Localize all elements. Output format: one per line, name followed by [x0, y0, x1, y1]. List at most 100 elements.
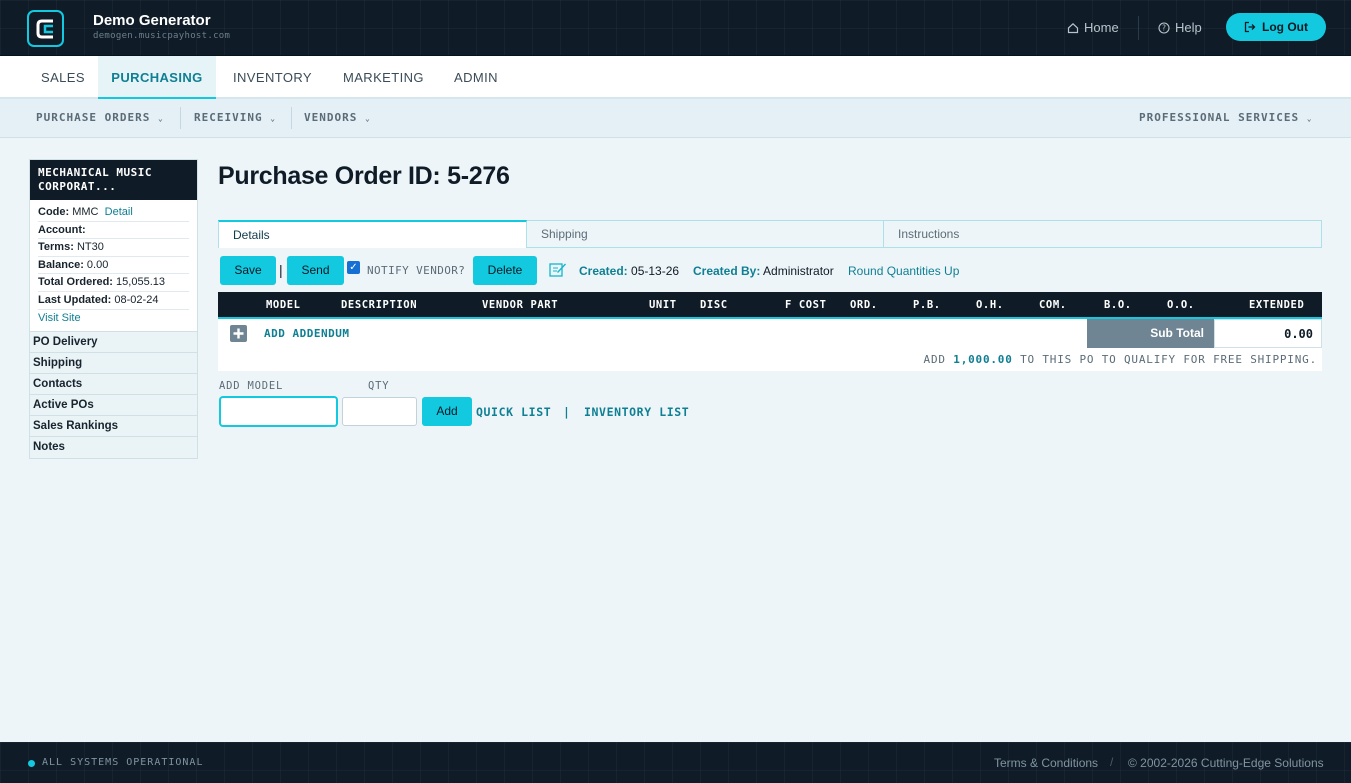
tab-admin[interactable]: ADMIN	[454, 56, 498, 99]
notify-vendor-label: NOTIFY VENDOR?	[367, 264, 466, 277]
side-link-shipping[interactable]: Shipping	[30, 353, 197, 375]
created-by-info: Created By: Administrator	[693, 264, 834, 278]
vendor-visit-site-row: Visit Site	[38, 310, 189, 328]
status-indicator-icon	[28, 760, 35, 767]
po-tabs: Details Shipping Instructions	[218, 220, 1322, 248]
footer: ALL SYSTEMS OPERATIONAL Terms & Conditio…	[0, 742, 1351, 783]
col-disc: DISC	[700, 299, 728, 311]
free-shipping-suffix: TO THIS PO TO QUALIFY FOR FREE SHIPPING.	[1020, 353, 1317, 366]
notify-vendor-checkbox[interactable]: ✓	[347, 261, 360, 274]
po-lines-header: MODEL DESCRIPTION VENDOR PART UNIT DISC …	[218, 292, 1322, 319]
side-link-sales-rankings[interactable]: Sales Rankings	[30, 416, 197, 438]
subnav-purchase-orders[interactable]: PURCHASE ORDERS ⌄	[36, 111, 164, 124]
tab-marketing[interactable]: MARKETING	[343, 56, 424, 99]
subtotal-value: 0.00	[1214, 319, 1322, 348]
delete-button[interactable]: Delete	[473, 256, 537, 285]
side-link-active-pos[interactable]: Active POs	[30, 395, 197, 417]
tab-purchasing[interactable]: PURCHASING	[98, 56, 216, 99]
subnav-vendors[interactable]: VENDORS ⌄	[304, 111, 371, 124]
vendor-terms: NT30	[76, 241, 104, 254]
plus-icon[interactable]	[230, 325, 247, 342]
copyright: © 2002-2026 Cutting-Edge Solutions	[1128, 756, 1324, 770]
subnav-professional-services[interactable]: PROFESSIONAL SERVICES ⌄	[1139, 111, 1313, 124]
terms-link[interactable]: Terms & Conditions	[994, 756, 1098, 770]
vendor-name: MECHANICAL MUSIC CORPORAT...	[30, 160, 197, 200]
subnav-divider	[180, 107, 181, 129]
po-lines-body: ADD ADDENDUM Sub Total 0.00 ADD 1,000.00…	[218, 319, 1322, 371]
header-divider	[1138, 16, 1139, 40]
add-model-input[interactable]	[220, 397, 337, 426]
vendor-code: MMC	[72, 206, 99, 218]
logout-button[interactable]: Log Out	[1226, 13, 1326, 41]
subnav-receiving[interactable]: RECEIVING ⌄	[194, 111, 276, 124]
vendor-last-updated: 08-02-24	[114, 293, 159, 306]
qty-input[interactable]	[342, 397, 417, 426]
action-separator: |	[279, 262, 283, 278]
vendor-balance: 0.00	[86, 258, 109, 271]
created-by-label: Created By:	[693, 264, 761, 278]
add-button[interactable]: Add	[422, 397, 472, 426]
save-button[interactable]: Save	[220, 256, 276, 285]
home-label: Home	[1084, 20, 1119, 35]
tab-sales[interactable]: SALES	[41, 56, 85, 99]
chevron-down-icon: ⌄	[270, 114, 277, 123]
app-logo-icon[interactable]	[27, 10, 64, 47]
vendor-balance-label: Balance:	[38, 258, 84, 271]
col-oo: O.O.	[1167, 299, 1195, 311]
vendor-total-ordered-row: Total Ordered: 15,055.13	[38, 274, 189, 292]
tab-instructions[interactable]: Instructions	[884, 220, 1322, 248]
app-title: Demo Generator	[93, 12, 211, 29]
subnav-purchase-orders-label: PURCHASE ORDERS	[36, 111, 151, 124]
free-shipping-notice: ADD 1,000.00 TO THIS PO TO QUALIFY FOR F…	[924, 353, 1317, 366]
col-com: COM.	[1039, 299, 1067, 311]
subnav-vendors-label: VENDORS	[304, 111, 358, 124]
quick-list-link[interactable]: QUICK LIST	[476, 405, 551, 419]
help-link[interactable]: ? Help	[1158, 20, 1202, 35]
vendor-terms-label: Terms:	[38, 241, 74, 254]
inventory-list-link[interactable]: INVENTORY LIST	[584, 405, 689, 419]
vendor-name-line2: CORPORAT...	[38, 180, 117, 193]
vendor-terms-row: Terms: NT30	[38, 239, 189, 257]
col-extended: EXTENDED	[1249, 299, 1305, 311]
tab-shipping[interactable]: Shipping	[527, 220, 884, 248]
col-oh: O.H.	[976, 299, 1004, 311]
col-f-cost: F COST	[785, 299, 827, 311]
home-icon	[1067, 22, 1079, 33]
round-quantities-up-link[interactable]: Round Quantities Up	[848, 264, 959, 278]
vendor-visit-site-link[interactable]: Visit Site	[38, 312, 81, 324]
vendor-last-updated-label: Last Updated:	[38, 293, 112, 306]
vendor-detail-link[interactable]: Detail	[105, 206, 133, 218]
tab-inventory[interactable]: INVENTORY	[233, 56, 312, 99]
home-link[interactable]: Home	[1067, 20, 1119, 35]
qty-label: QTY	[368, 380, 390, 392]
vendor-account-label: Account:	[38, 223, 86, 236]
top-header: Demo Generator demogen.musicpayhost.com …	[0, 0, 1351, 56]
side-link-po-delivery[interactable]: PO Delivery	[30, 332, 197, 354]
chevron-down-icon: ⌄	[1306, 114, 1313, 123]
vendor-account-row: Account:	[38, 222, 189, 240]
main-nav: SALES PURCHASING INVENTORY MARKETING ADM…	[0, 56, 1351, 99]
vendor-total-ordered-label: Total Ordered:	[38, 276, 113, 289]
vendor-last-updated-row: Last Updated: 08-02-24	[38, 292, 189, 310]
col-pb: P.B.	[913, 299, 941, 311]
subtotal-label: Sub Total	[1087, 319, 1214, 348]
help-label: Help	[1175, 20, 1202, 35]
tab-details[interactable]: Details	[218, 220, 527, 248]
svg-text:?: ?	[1162, 23, 1166, 32]
link-separator: |	[563, 405, 571, 419]
side-link-contacts[interactable]: Contacts	[30, 374, 197, 396]
vendor-code-row: Code: MMC Detail	[38, 204, 189, 222]
add-addendum-link[interactable]: ADD ADDENDUM	[264, 327, 349, 340]
side-link-notes[interactable]: Notes	[30, 437, 197, 459]
free-shipping-amount: 1,000.00	[953, 353, 1013, 366]
page-title: Purchase Order ID: 5-276	[218, 162, 510, 190]
created-date: 05-13-26	[631, 264, 680, 278]
created-info: Created: 05-13-26	[579, 264, 679, 278]
footer-separator: /	[1110, 755, 1114, 769]
col-ord: ORD.	[850, 299, 878, 311]
subnav-divider	[291, 107, 292, 129]
logout-label: Log Out	[1262, 20, 1308, 34]
send-button[interactable]: Send	[287, 256, 344, 285]
logout-icon	[1244, 21, 1256, 33]
edit-notes-icon[interactable]	[549, 261, 567, 281]
